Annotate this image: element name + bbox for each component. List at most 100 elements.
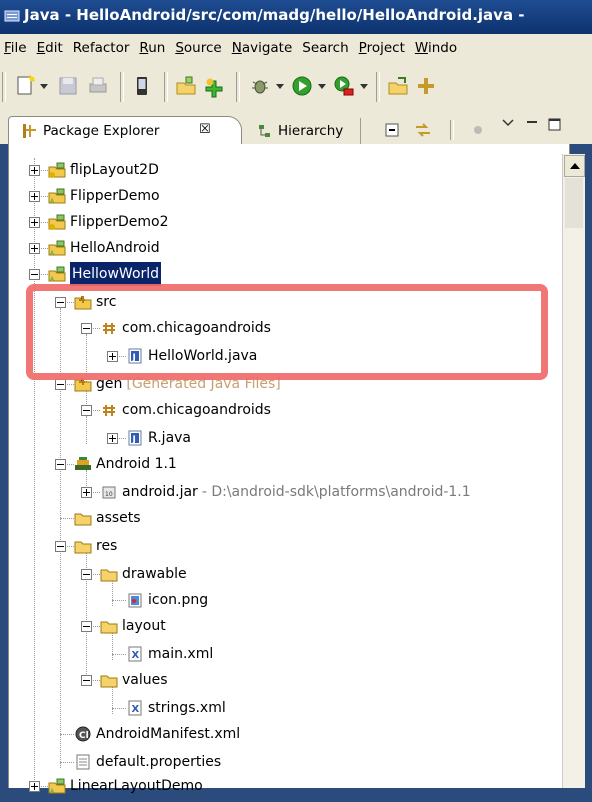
tree-res-folder[interactable]: res <box>74 534 580 558</box>
expand-toggle-icon[interactable] <box>29 781 40 792</box>
folder-icon <box>74 510 92 534</box>
tree-item-label: com.chicagoandroids <box>122 402 271 418</box>
menu-item[interactable]: Search <box>297 34 353 62</box>
menu-mnemonic: S <box>175 40 184 56</box>
tree-gen-package[interactable]: com.chicagoandroids <box>100 398 580 422</box>
menu-bar: File Edit Refactor Run Source Navigate Search P… <box>0 34 592 63</box>
collapse-all-icon[interactable] <box>384 122 400 138</box>
menu-item[interactable]: File <box>0 34 32 62</box>
collapse-toggle-icon[interactable] <box>81 405 92 416</box>
print-icon[interactable] <box>86 74 110 98</box>
tree-item-label: FlipperDemo <box>70 188 160 204</box>
menu-mnemonic: E <box>36 40 46 56</box>
menu-item[interactable]: Edit <box>32 34 68 62</box>
menu-mnemonic: F <box>4 40 11 56</box>
tree-item-label: flipLayout2D <box>70 162 159 178</box>
new-file-icon[interactable] <box>14 74 38 98</box>
tree-values-folder[interactable]: values <box>100 668 580 692</box>
tree-connector-line <box>112 600 126 601</box>
run-dropdown-icon[interactable] <box>318 84 326 89</box>
menu-item[interactable]: Navigate <box>227 34 298 62</box>
menu-label: avigate <box>241 40 293 56</box>
tree-project-flipperdemo[interactable]: A FlipperDemo <box>48 184 580 208</box>
tree-project-helloandroid[interactable]: A HelloAndroid <box>48 236 580 260</box>
android-device-icon[interactable] <box>130 74 154 98</box>
tree-item-label: assets <box>96 510 141 526</box>
expand-toggle-icon[interactable] <box>29 165 40 176</box>
image-icon <box>126 592 144 616</box>
tree-icon-png[interactable]: icon.png <box>126 588 580 612</box>
new-package-icon[interactable] <box>202 74 226 98</box>
menu-item[interactable]: Source <box>170 34 226 62</box>
expand-toggle-icon[interactable] <box>29 243 40 254</box>
debug-dropdown-icon[interactable] <box>276 84 284 89</box>
tree-project-hellowworld[interactable]: A HellowWorld <box>48 262 580 286</box>
tree-project-fliplayout2d[interactable]: flipLayout2D <box>48 158 580 182</box>
maximize-icon[interactable] <box>548 118 562 132</box>
tree-connector-line <box>112 708 126 709</box>
new-dropdown-icon[interactable] <box>40 84 48 89</box>
collapse-toggle-icon[interactable] <box>81 569 92 580</box>
close-tab-icon[interactable]: ☒ <box>199 122 211 137</box>
external-tools-icon[interactable] <box>332 74 356 98</box>
toolbar-separator <box>236 72 240 102</box>
collapse-toggle-icon[interactable] <box>55 541 66 552</box>
new-java-project-icon[interactable] <box>174 74 198 98</box>
tree-assets-folder[interactable]: assets <box>74 506 580 530</box>
tree-android-library[interactable]: Android 1.1 <box>74 452 580 476</box>
tree-main-xml[interactable]: Xmain.xml <box>126 642 580 666</box>
menu-item[interactable]: Refactor <box>68 34 135 62</box>
menu-label: Refactor <box>72 40 130 56</box>
tree-default-properties[interactable]: default.properties <box>74 750 580 774</box>
tree-item-label: HellowWorld <box>70 262 162 286</box>
tree-connector-line <box>112 654 126 655</box>
highlight-annotation-box <box>26 284 548 380</box>
collapse-toggle-icon[interactable] <box>81 621 92 632</box>
expand-toggle-icon[interactable] <box>29 217 40 228</box>
tab-hierarchy[interactable]: Hierarchy <box>248 118 361 144</box>
collapse-toggle-icon[interactable] <box>81 675 92 686</box>
link-with-editor-icon[interactable] <box>414 122 432 138</box>
tree-connector-line <box>86 416 87 444</box>
lib-icon <box>74 456 92 480</box>
view-menu-icon[interactable] <box>502 118 514 128</box>
xml-icon: X <box>126 646 144 670</box>
collapse-toggle-icon[interactable] <box>29 269 40 280</box>
expand-toggle-icon[interactable] <box>107 433 118 444</box>
menu-label: ile <box>10 40 27 56</box>
tree-item-label: main.xml <box>148 646 214 662</box>
open-type-icon[interactable] <box>386 74 410 98</box>
tree-drawable-folder[interactable]: drawable <box>100 562 580 586</box>
open-package-icon[interactable] <box>414 74 438 98</box>
debug-icon[interactable] <box>248 74 272 98</box>
tree-item-label: android.jar <box>122 484 198 500</box>
jar-icon: 10 <box>100 484 118 508</box>
tree-layout-folder[interactable]: layout <box>100 614 580 638</box>
svg-text:X: X <box>132 704 140 715</box>
save-icon[interactable] <box>56 74 80 98</box>
tab-package-explorer-label: Package Explorer <box>43 123 160 139</box>
tree-android-jar[interactable]: 10 android.jar - D:\android-sdk\platforms… <box>100 480 580 504</box>
expand-toggle-icon[interactable] <box>81 487 92 498</box>
collapse-toggle-icon[interactable] <box>55 459 66 470</box>
tree-android-manifest[interactable]: Cl AndroidManifest.xml <box>74 722 580 746</box>
tree-project-flipperdemo2[interactable]: FlipperDemo2 <box>48 210 580 234</box>
menu-item[interactable]: Windo <box>410 34 462 62</box>
filters-icon[interactable] <box>470 122 486 138</box>
minimize-icon[interactable] <box>526 118 538 128</box>
menu-item[interactable]: Run <box>134 34 170 62</box>
title-bar: Java - HelloAndroid/src/com/madg/hello/H… <box>0 0 592 35</box>
external-tools-dropdown-icon[interactable] <box>360 84 368 89</box>
project-icon: A <box>48 778 66 802</box>
expand-toggle-icon[interactable] <box>29 191 40 202</box>
tree-item-label: strings.xml <box>148 700 226 716</box>
tree-project-linearlayoutdemo[interactable]: A LinearLayoutDemo <box>48 774 580 798</box>
project-err-icon <box>48 214 66 238</box>
run-icon[interactable] <box>290 74 314 98</box>
window-title: Java - HelloAndroid/src/com/madg/hello/H… <box>24 6 525 24</box>
tree-r-java[interactable]: J R.java <box>126 426 580 450</box>
tree-strings-xml[interactable]: Xstrings.xml <box>126 696 580 720</box>
menu-item[interactable]: Project <box>354 34 410 62</box>
tab-package-explorer[interactable]: Package Explorer ☒ <box>8 116 242 145</box>
collapse-toggle-icon[interactable] <box>55 379 66 390</box>
